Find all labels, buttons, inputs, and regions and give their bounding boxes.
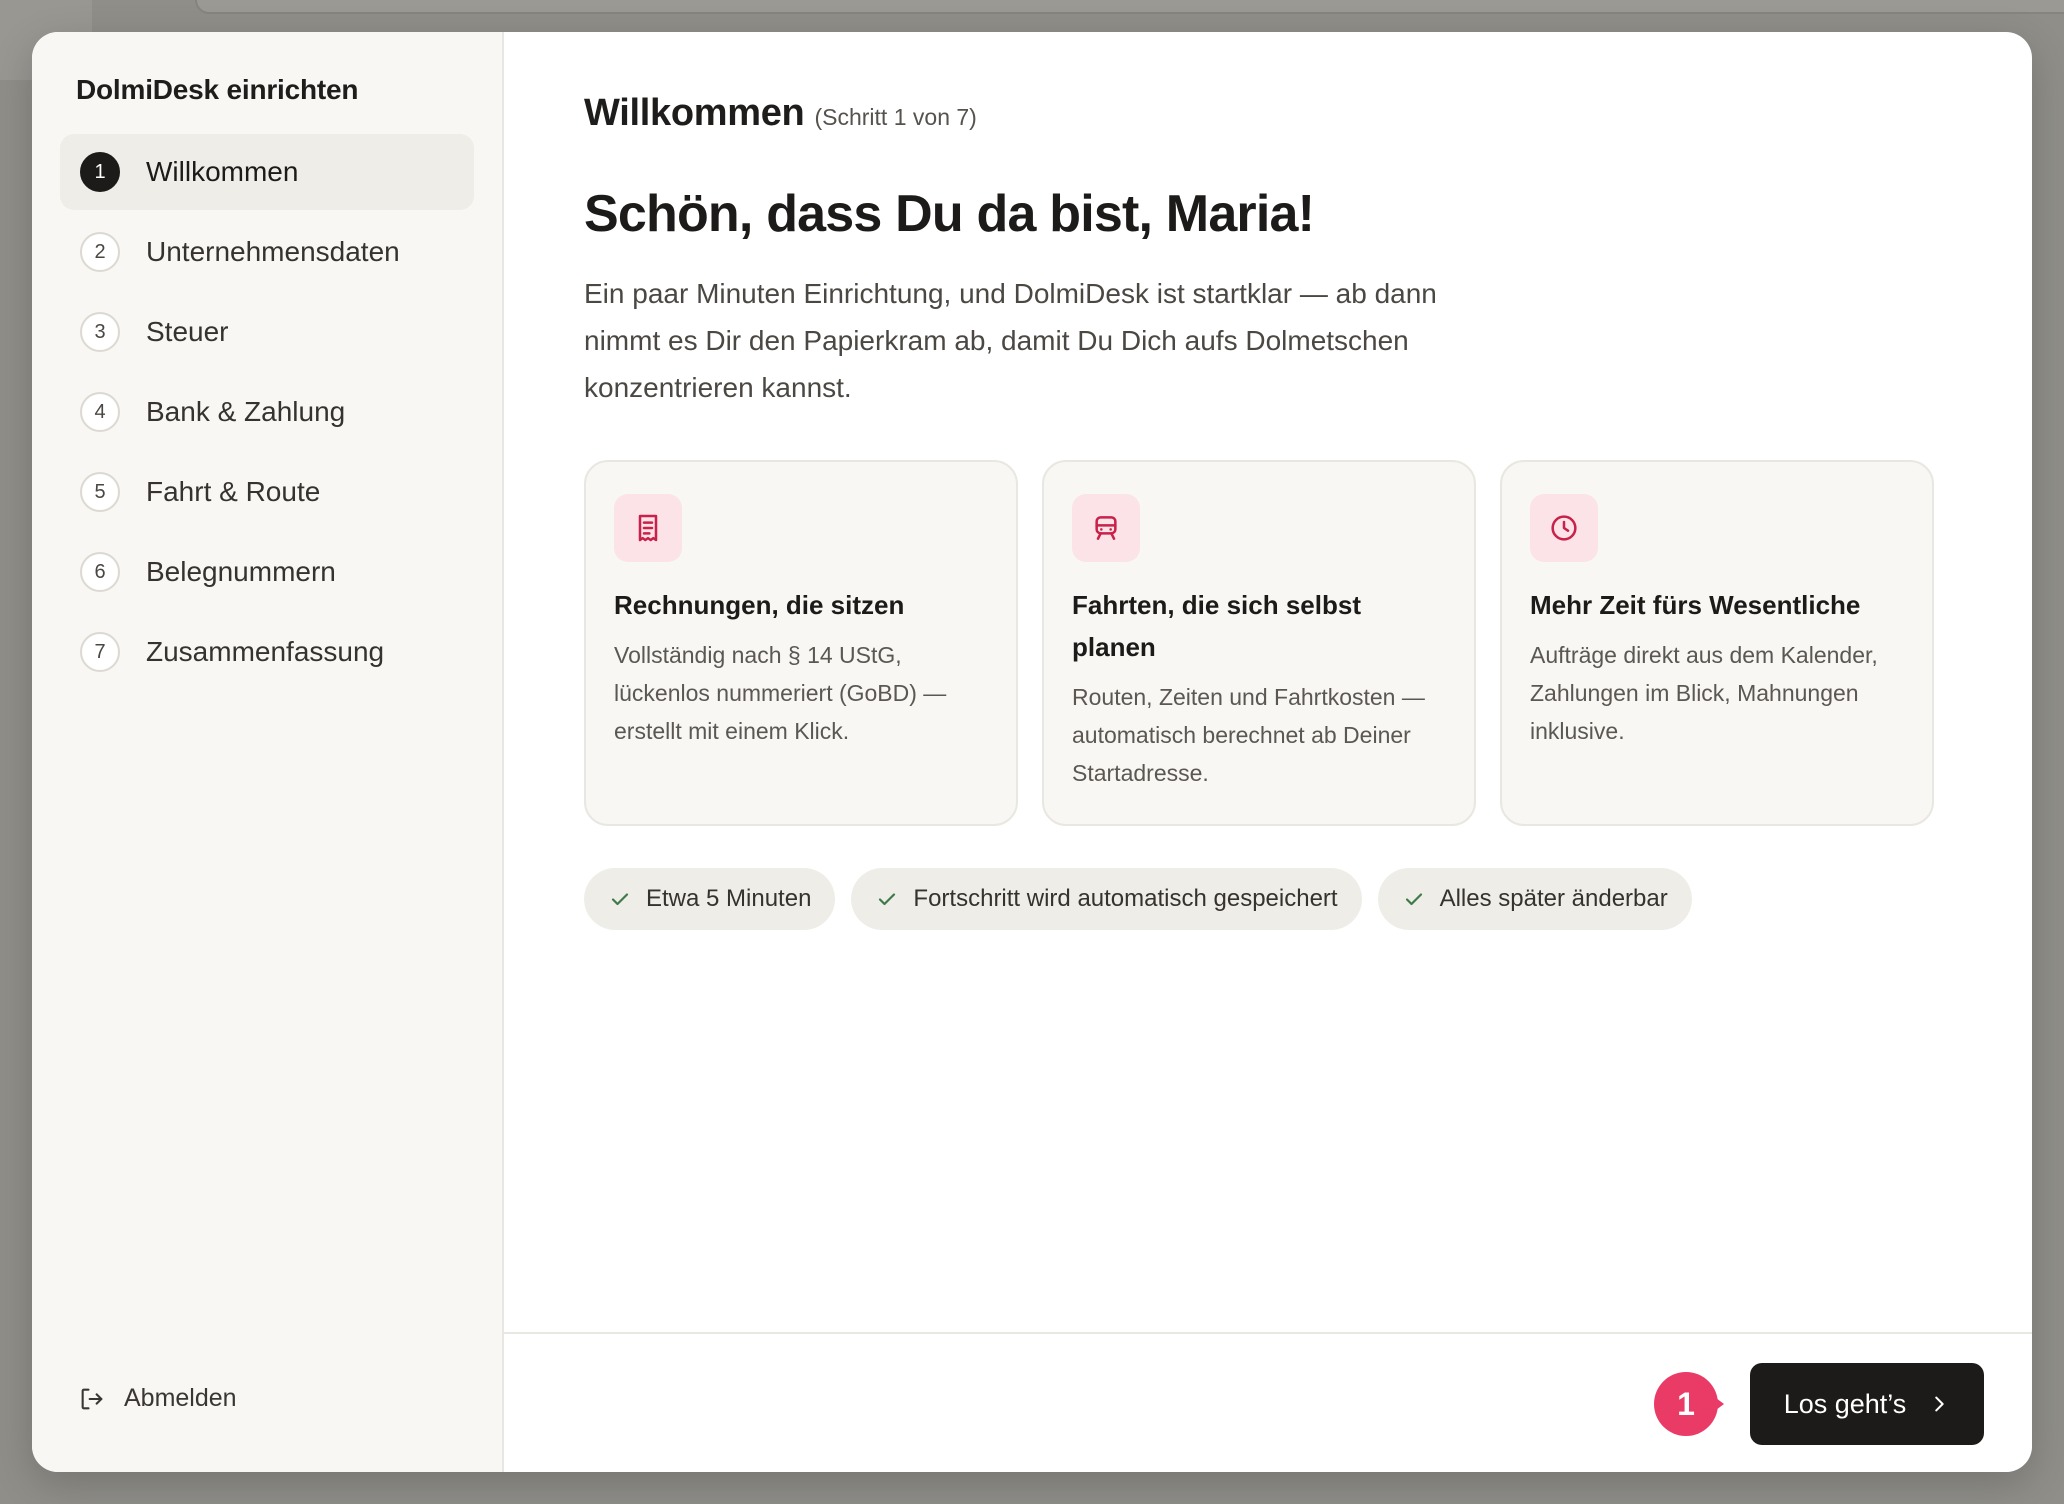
background-toolbar — [195, 0, 2064, 14]
step-belegnummern[interactable]: 6 Belegnummern — [60, 534, 474, 610]
check-icon — [1405, 893, 1422, 906]
step-label: Zusammenfassung — [146, 636, 385, 667]
step-number: 1 — [80, 152, 120, 192]
step-steuer[interactable]: 3 Steuer — [60, 294, 474, 370]
welcome-headline: Schön, dass Du da bist, Maria! — [584, 185, 1315, 243]
step-hint-badge: 1 — [1654, 1372, 1718, 1436]
step-label: Bank & Zahlung — [146, 396, 346, 427]
step-number: 5 — [80, 472, 120, 512]
page-heading: Willkommen (Schritt 1 von 7) — [584, 92, 977, 135]
page-title: Willkommen — [584, 92, 805, 134]
logout-label: Abmelden — [124, 1384, 237, 1412]
step-number: 2 — [80, 232, 120, 272]
intro-text: Ein paar Minuten Einrichtung, und DolmiD… — [584, 278, 1437, 403]
card-title: Rechnungen, die sitzen — [614, 590, 905, 620]
badge-pointer — [1712, 1395, 1724, 1413]
step-list: 1 Willkommen 2 Unternehmensdaten 3 Steue… — [60, 134, 474, 694]
receipt-icon — [614, 494, 682, 562]
feature-card-time: Mehr Zeit fürs Wesentliche Aufträge dire… — [1500, 460, 1934, 826]
step-label: Willkommen — [146, 156, 299, 187]
check-icon — [879, 893, 896, 906]
card-title: Fahrten, die sich selbst planen — [1072, 590, 1361, 662]
chip-autosave: Fortschritt wird automatisch gespeichert — [851, 868, 1362, 930]
logout-button[interactable]: Abmelden — [78, 1384, 237, 1413]
chevron-right-icon — [1935, 1396, 1944, 1412]
check-icon — [611, 893, 629, 906]
chip-editable: Alles später änderbar — [1377, 868, 1692, 930]
chip-label: Alles später änderbar — [1439, 885, 1668, 912]
feature-card-invoices: Rechnungen, die sitzen Vollständig nach … — [584, 460, 1018, 826]
step-label: Steuer — [146, 316, 229, 347]
step-indicator: (Schritt 1 von 7) — [814, 104, 977, 130]
feature-cards: Rechnungen, die sitzen Vollständig nach … — [584, 460, 1934, 826]
logout-icon — [81, 1388, 103, 1409]
step-bank-zahlung[interactable]: 4 Bank & Zahlung — [60, 374, 474, 450]
step-number: 7 — [80, 632, 120, 672]
chip-label: Fortschritt wird automatisch gespeichert — [913, 885, 1338, 912]
step-number: 4 — [80, 392, 120, 432]
step-number: 3 — [80, 312, 120, 352]
step-unternehmensdaten[interactable]: 2 Unternehmensdaten — [60, 214, 474, 290]
train-icon — [1072, 494, 1140, 562]
step-label: Unternehmensdaten — [146, 236, 400, 267]
card-text: Vollständig nach § 14 UStG, lückenlos nu… — [614, 642, 947, 744]
step-label: Belegnummern — [146, 556, 336, 587]
card-title: Mehr Zeit fürs Wesentliche — [1530, 590, 1861, 620]
chip-duration: Etwa 5 Minuten — [584, 868, 836, 930]
start-button-label: Los geht’s — [1783, 1388, 1907, 1419]
card-text: Aufträge direkt aus dem Kalender, Zahlun… — [1530, 642, 1878, 744]
clock-icon — [1530, 494, 1598, 562]
chip-label: Etwa 5 Minuten — [646, 885, 812, 912]
info-chips: Etwa 5 Minuten Fortschritt wird automati… — [584, 868, 1692, 930]
start-button[interactable]: Los geht’s — [1750, 1363, 1984, 1445]
feature-card-trips: Fahrten, die sich selbst planen Routen, … — [1042, 460, 1476, 826]
setup-dialog: DolmiDesk einrichten 1 Willkommen 2 Unte… — [32, 32, 2032, 1472]
card-text: Routen, Zeiten und Fahrtkosten — automat… — [1072, 684, 1425, 786]
step-label: Fahrt & Route — [146, 476, 321, 507]
main-content: Willkommen (Schritt 1 von 7) Schön, dass… — [504, 32, 2032, 1472]
step-fahrt-route[interactable]: 5 Fahrt & Route — [60, 454, 474, 530]
setup-sidebar: DolmiDesk einrichten 1 Willkommen 2 Unte… — [32, 32, 504, 1472]
step-number: 6 — [80, 552, 120, 592]
step-zusammenfassung[interactable]: 7 Zusammenfassung — [60, 614, 474, 690]
sidebar-title: DolmiDesk einrichten — [76, 74, 359, 105]
step-willkommen[interactable]: 1 Willkommen — [60, 134, 474, 210]
